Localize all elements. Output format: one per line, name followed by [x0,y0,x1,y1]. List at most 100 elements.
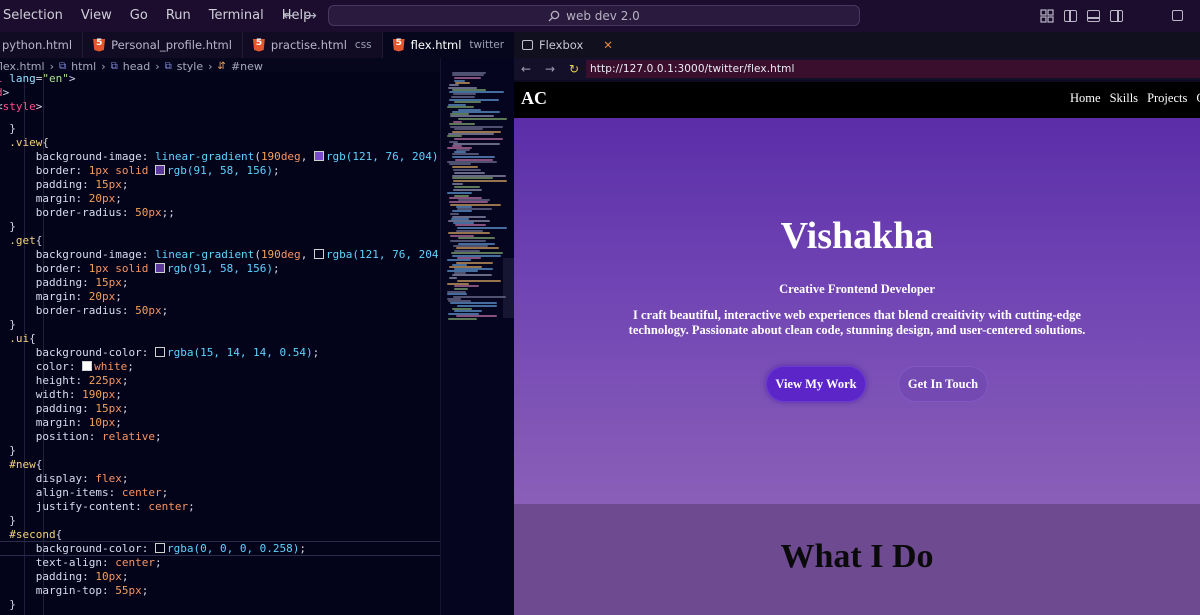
breadcrumb-style[interactable]: style [177,60,203,73]
selector-icon: ⇵ [217,60,226,72]
back-arrow-icon[interactable]: ← [278,8,300,24]
minimap-code-mark [454,285,479,287]
minimap-code-mark [452,166,478,168]
layout-controls [1040,0,1123,32]
toggle-panel-icon[interactable] [1087,10,1100,22]
minimap-code-mark [456,247,499,249]
page-viewport: AC Home Skills Projects C Vishakha Creat… [514,82,1200,615]
breadcrumb-html[interactable]: html [71,60,96,73]
code-line: margin: 20px; [35,290,122,303]
hero-role: Creative Frontend Developer [779,282,935,296]
code-line: #new{ [9,458,43,471]
view-my-work-button[interactable]: View My Work [766,366,866,402]
tab-personal-profile-html[interactable]: Personal_profile.html [83,32,243,58]
menu-selection[interactable]: Selection [0,0,72,32]
menu-go[interactable]: Go [121,0,157,32]
workspace-name: web dev 2.0 [566,8,640,23]
code-line: border: 1px solid rgb(91, 58, 156); [35,262,280,275]
menu-terminal[interactable]: Terminal [200,0,273,32]
minimap-code-mark [450,302,497,304]
minimap-code-mark [453,169,481,171]
search-icon [548,10,560,21]
minimap-code-mark [458,237,495,239]
nav-link-projects[interactable]: Projects [1147,91,1187,106]
tab-practise-html[interactable]: practise.html css [243,32,383,58]
tab-label: python.html [2,38,73,52]
toggle-secondary-sidebar-icon[interactable] [1110,10,1123,22]
code-line: padding: 15px; [35,276,129,289]
tab-python-html[interactable]: python.html [0,32,84,58]
minimap-code-mark [447,192,472,194]
maximize-icon[interactable] [1172,10,1183,21]
address-bar: ← → ↻ http://127.0.0.1:3000/twitter/flex… [514,58,1200,80]
browser-tab-title: Flexbox [539,38,584,52]
services-section: What I Do [514,504,1200,615]
tab-label: practise.html [270,38,347,52]
minimap-code-mark [455,224,486,226]
minimap-code-mark [454,77,481,79]
code-line: margin: 10px; [35,416,122,429]
minimap-code-mark [451,96,475,98]
element-icon: ⧉ [164,60,172,72]
chevron-right-icon: › [155,59,160,73]
minimap-code-mark [454,288,468,290]
html-file-icon [392,38,405,52]
forward-arrow-icon[interactable]: → [538,62,562,76]
code-line: } [9,444,16,457]
minimap-code-mark [454,128,483,130]
element-icon: ⧉ [58,60,67,72]
tab-flexbox[interactable]: Flexbox ✕ [514,32,621,58]
nav-link-contact[interactable]: C [1196,91,1200,106]
code-line: color: white; [35,360,134,373]
simple-browser: Flexbox ✕ ← → ↻ http://127.0.0.1:3000/tw… [514,32,1200,615]
code-line: padding: 15px; [35,178,129,191]
hero-section: Vishakha Creative Frontend Developer I c… [514,118,1200,504]
minimap-code-mark [449,123,475,125]
code-line: .get{ [9,234,43,247]
minimap-code-mark [450,213,459,215]
code-line: align-items: center; [35,486,169,499]
code-line: .ui{ [9,332,36,345]
minimap[interactable] [440,58,515,615]
minimap-code-mark [457,227,507,229]
site-logo[interactable]: AC [521,88,547,109]
customize-layout-icon[interactable] [1040,9,1054,23]
minimap-code-mark [449,84,459,86]
tab-flex-html[interactable]: flex.html twitter ✕ [382,32,535,58]
get-in-touch-button[interactable]: Get In Touch [898,366,988,402]
reload-icon[interactable]: ↻ [562,62,586,76]
minimap-code-mark [458,118,507,120]
nav-link-home[interactable]: Home [1070,91,1101,106]
menu-view[interactable]: View [72,0,121,32]
minimap-code-mark [457,305,497,307]
code-line: border-radius: 50px;; [35,206,175,219]
minimap-code-mark [453,93,476,95]
minimap-code-mark [452,183,463,185]
back-arrow-icon[interactable]: ← [514,62,538,76]
tab-folder-hint: css [354,39,372,51]
site-nav-links: Home Skills Projects C [1070,91,1200,106]
close-icon[interactable]: ✕ [603,38,613,52]
code-editor[interactable]: l lang="en">d><style> } .view{ backgroun… [0,72,440,615]
tab-label: flex.html [410,38,462,52]
html-file-icon [252,38,265,52]
forward-arrow-icon[interactable]: → [300,8,322,24]
minimap-code-mark [450,115,494,117]
editor-tabs: python.html Personal_profile.html practi… [0,32,610,58]
minimap-code-mark [449,277,457,279]
menu-run[interactable]: Run [157,0,200,32]
minimap-code-mark [453,180,507,182]
nav-link-skills[interactable]: Skills [1110,91,1139,106]
breadcrumb-file[interactable]: flex.html [0,60,45,73]
toggle-primary-sidebar-icon[interactable] [1064,10,1077,22]
minimap-code-mark [457,280,501,282]
minimap-code-mark [449,201,488,203]
command-center-search[interactable]: web dev 2.0 [328,5,860,26]
breadcrumb-new[interactable]: #new [231,60,263,73]
url-input[interactable]: http://127.0.0.1:3000/twitter/flex.html [586,60,1200,78]
hero-description: I craft beautiful, interactive web exper… [628,308,1086,337]
breadcrumb-head[interactable]: head [123,60,150,73]
minimap-code-mark [447,135,462,137]
minimap-code-mark [452,153,479,155]
code-line: d> [0,86,10,99]
